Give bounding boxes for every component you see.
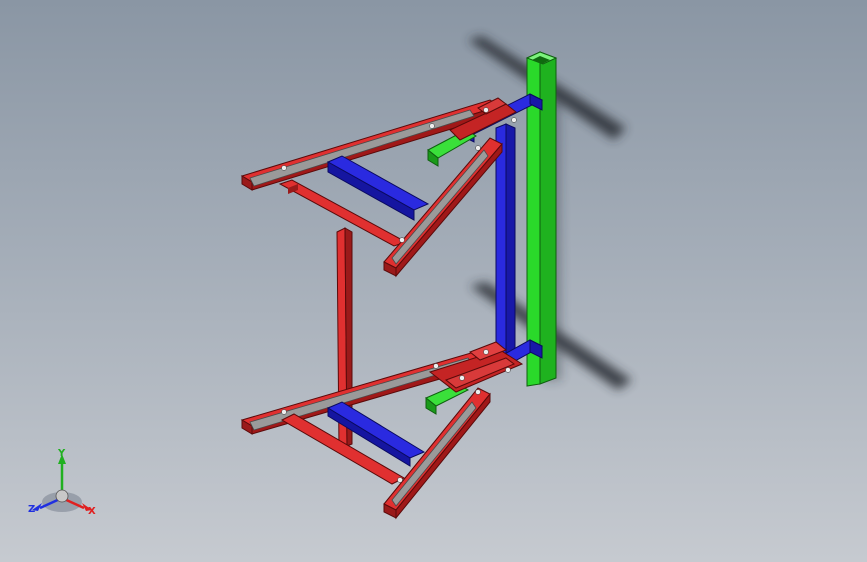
triad-y-label: Y — [58, 448, 66, 459]
triad-z-label: Z — [28, 504, 36, 515]
orientation-triad[interactable]: Y X Z — [22, 448, 108, 528]
assembly-model[interactable] — [0, 0, 867, 562]
lower-bracket[interactable] — [240, 339, 544, 520]
3d-viewport[interactable]: Y X Z — [0, 0, 867, 562]
blue-column[interactable] — [495, 123, 516, 365]
triad-x-label: X — [88, 506, 96, 517]
